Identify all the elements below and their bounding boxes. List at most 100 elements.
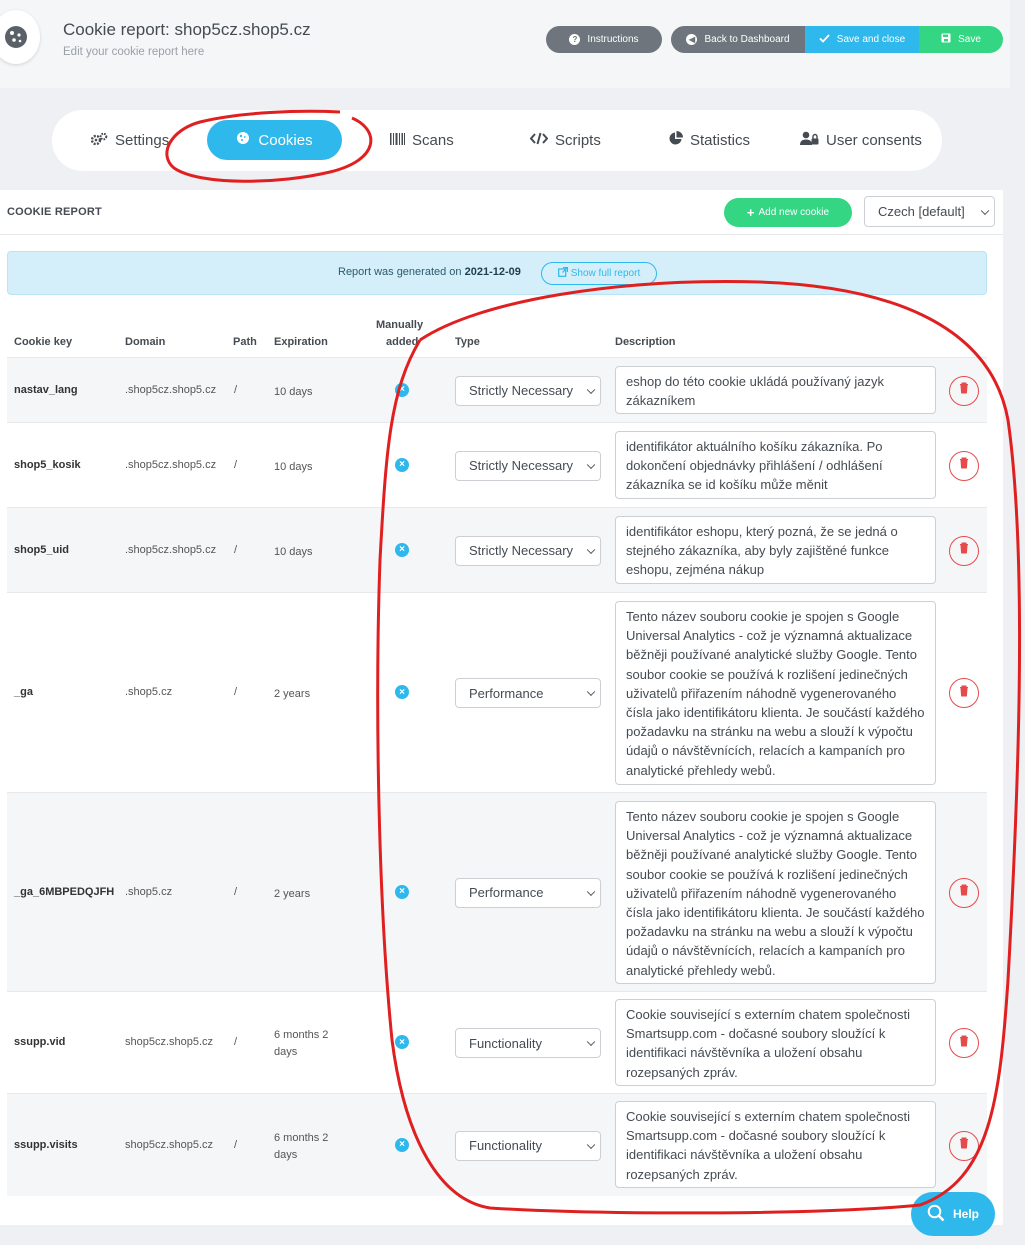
- remove-manual-icon[interactable]: ×: [395, 1137, 409, 1152]
- cell-cookie-key: _ga: [14, 686, 33, 698]
- cell-path: /: [234, 885, 238, 898]
- remove-manual-icon[interactable]: ×: [395, 542, 409, 557]
- cell-expiration: 10 days: [274, 460, 313, 473]
- trash-icon: [957, 883, 971, 902]
- description-field[interactable]: identifikátor eshopu, který pozná, že se…: [615, 516, 936, 584]
- header-cookie-key: Cookie key: [14, 336, 73, 348]
- cell-expiration: 2 years: [274, 688, 311, 700]
- save-button[interactable]: Save: [919, 26, 1003, 53]
- type-select[interactable]: Functionality: [455, 1028, 601, 1058]
- page-header: Cookie report: shop5cz.shop5.cz Edit you…: [0, 0, 1010, 88]
- show-full-report-label: Show full report: [570, 268, 641, 279]
- trash-icon: [957, 456, 971, 475]
- type-select-value: Strictly Necessary: [469, 458, 574, 473]
- delete-cookie-button[interactable]: [949, 1028, 979, 1058]
- tab-scans[interactable]: Scans: [390, 110, 454, 171]
- save-label: Save: [958, 34, 981, 45]
- cell-path: /: [234, 543, 238, 556]
- external-link-icon: [557, 267, 568, 280]
- header-manually: Manually: [376, 319, 424, 331]
- pie-chart-icon: [668, 131, 683, 150]
- delete-cookie-button[interactable]: [949, 1130, 979, 1161]
- help-label: Help: [952, 1207, 979, 1221]
- type-select-value: Performance: [469, 885, 544, 900]
- instructions-button[interactable]: ? Instructions: [546, 26, 662, 53]
- type-select[interactable]: Strictly Necessary: [455, 375, 601, 406]
- report-info-banner: Report was generated on 2021-12-09 Show …: [7, 251, 987, 295]
- type-select[interactable]: Performance: [455, 678, 601, 708]
- description-field[interactable]: Tento název souboru cookie je spojen s G…: [615, 601, 936, 785]
- cookie-icon: [236, 131, 250, 149]
- chevron-down-icon: [586, 1037, 596, 1047]
- trash-icon: [957, 541, 971, 560]
- report-info-prefix: Report was generated on: [338, 266, 462, 278]
- tab-user-consents[interactable]: User consents: [800, 110, 922, 171]
- cell-expiration: 10 days: [274, 545, 313, 558]
- check-icon: [819, 33, 830, 46]
- cell-path: /: [234, 458, 238, 471]
- table-row: shop5_uid .shop5cz.shop5.cz / 10 days × Stric…: [7, 507, 987, 592]
- trash-icon: [957, 1136, 971, 1155]
- header-expiration: Expiration: [274, 336, 328, 348]
- type-select-value: Strictly Necessary: [469, 543, 574, 558]
- plus-icon: +: [746, 205, 755, 220]
- delete-cookie-button[interactable]: [949, 877, 979, 908]
- tab-scans-label: Scans: [412, 132, 454, 149]
- instructions-label: Instructions: [587, 34, 639, 45]
- cell-path: /: [234, 1138, 238, 1151]
- tab-statistics-label: Statistics: [690, 132, 751, 149]
- cell-cookie-key: ssupp.visits: [14, 1138, 78, 1151]
- add-new-cookie-button[interactable]: + Add new cookie: [724, 198, 852, 227]
- cell-path: /: [234, 1036, 238, 1048]
- users-icon: [800, 131, 819, 150]
- tab-cookies[interactable]: Cookies: [207, 120, 342, 160]
- chevron-down-icon: [586, 887, 596, 896]
- table-row: ssupp.vid shop5cz.shop5.cz / 6 months 2 day…: [7, 991, 987, 1093]
- cell-domain: .shop5.cz: [125, 885, 173, 898]
- chevron-down-icon: [980, 206, 990, 215]
- cell-domain: shop5cz.shop5.cz: [125, 1138, 214, 1151]
- description-field[interactable]: eshop do této cookie ukládá používaný ja…: [615, 366, 936, 414]
- trash-icon: [957, 684, 971, 703]
- search-icon: [927, 1204, 945, 1225]
- tab-settings[interactable]: Settings: [90, 110, 169, 171]
- remove-manual-icon[interactable]: ×: [395, 382, 409, 397]
- remove-manual-icon[interactable]: ×: [395, 884, 409, 899]
- tab-scripts[interactable]: Scripts: [529, 110, 601, 171]
- header-domain: Domain: [125, 336, 166, 348]
- type-select[interactable]: Performance: [455, 877, 601, 908]
- cell-cookie-key: shop5_kosik: [14, 458, 81, 471]
- cell-cookie-key: ssupp.vid: [14, 1036, 66, 1048]
- description-field[interactable]: Cookie související s externím chatem spo…: [615, 1101, 936, 1188]
- remove-manual-icon[interactable]: ×: [395, 1035, 409, 1049]
- cell-cookie-key: nastav_lang: [14, 383, 78, 396]
- delete-cookie-button[interactable]: [949, 535, 979, 566]
- type-select[interactable]: Strictly Necessary: [455, 535, 601, 566]
- show-full-report-button[interactable]: Show full report: [541, 262, 657, 285]
- language-select[interactable]: Czech [default]: [864, 196, 995, 227]
- description-field[interactable]: Tento název souboru cookie je spojen s G…: [615, 801, 936, 984]
- back-to-dashboard-button[interactable]: ◀ Back to Dashboard: [671, 26, 805, 53]
- add-new-cookie-label: Add new cookie: [758, 207, 830, 218]
- type-select[interactable]: Strictly Necessary: [455, 450, 601, 481]
- delete-cookie-button[interactable]: [949, 375, 979, 406]
- header-path: Path: [233, 336, 257, 348]
- card-header: COOKIE REPORT + Add new cookie Czech [de…: [0, 190, 1003, 235]
- card-title: COOKIE REPORT: [7, 206, 102, 218]
- remove-manual-icon[interactable]: ×: [395, 685, 409, 699]
- type-select[interactable]: Functionality: [455, 1130, 601, 1161]
- cookie-logo-icon: [0, 10, 40, 64]
- type-select-value: Strictly Necessary: [469, 383, 574, 398]
- cell-domain: shop5cz.shop5.cz: [125, 1036, 214, 1048]
- description-field[interactable]: identifikátor aktuálního košíku zákazník…: [615, 431, 936, 499]
- tab-statistics[interactable]: Statistics: [668, 110, 750, 171]
- cell-domain: .shop5cz.shop5.cz: [125, 458, 217, 471]
- cell-path: /: [234, 383, 238, 396]
- delete-cookie-button[interactable]: [949, 678, 979, 708]
- description-field[interactable]: Cookie související s externím chatem spo…: [615, 999, 936, 1086]
- save-and-close-button[interactable]: Save and close: [805, 26, 919, 53]
- remove-manual-icon[interactable]: ×: [395, 457, 409, 472]
- help-button[interactable]: Help: [911, 1192, 995, 1236]
- delete-cookie-button[interactable]: [949, 450, 979, 481]
- table-row: _ga .shop5.cz / 2 years × Performance Tento ná…: [7, 592, 987, 792]
